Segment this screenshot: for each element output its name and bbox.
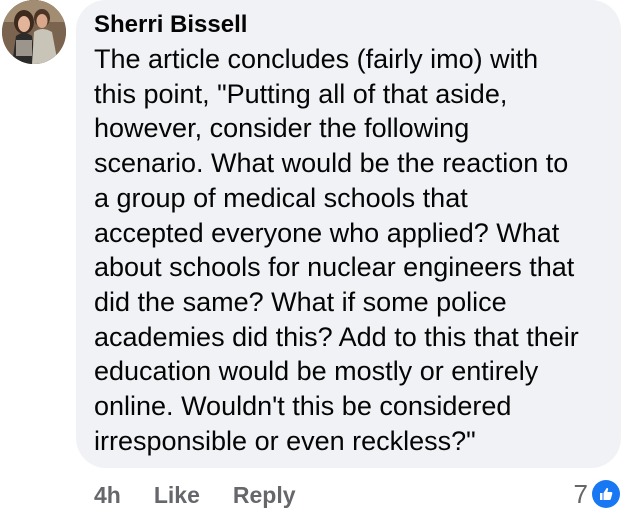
comment-text-line: online. Wouldn't this be considered: [94, 391, 512, 422]
thumbs-up-icon: [592, 480, 620, 508]
comment-actions: 4h Like Reply: [94, 480, 296, 510]
reply-button[interactable]: Reply: [233, 482, 296, 509]
avatar[interactable]: [2, 0, 66, 64]
comment: Sherri Bissell The article concludes (fa…: [0, 0, 640, 511]
like-button[interactable]: Like: [154, 482, 200, 509]
comment-text-line: a group of medical schools that: [94, 182, 468, 213]
comment-text-line: irresponsible or even reckless?": [94, 425, 476, 456]
comment-text-line: scenario. What would be the reaction to: [94, 148, 569, 179]
comment-text-line: The article concludes (fairly imo) with: [94, 44, 539, 74]
comment-text: The article concludes (fairly imo) with …: [94, 42, 614, 458]
comment-text-line: education would be mostly or entirely: [94, 356, 539, 387]
reaction-summary[interactable]: 7: [574, 478, 620, 510]
comment-text-line: academies did this? Add to this that the…: [94, 321, 579, 352]
timestamp-link[interactable]: 4h: [94, 482, 121, 509]
reaction-count: 7: [573, 478, 588, 509]
author-name[interactable]: Sherri Bissell: [94, 10, 247, 40]
comment-text-line: however, consider the following: [94, 113, 470, 144]
comment-text-line: this point, "Putting all of that aside,: [94, 78, 508, 109]
avatar-photo: [2, 0, 66, 64]
comment-text-line: accepted everyone who applied? What: [94, 217, 560, 248]
comment-text-line: did the same? What if some police: [94, 286, 507, 317]
comment-text-line: about schools for nuclear engineers that: [94, 252, 575, 283]
